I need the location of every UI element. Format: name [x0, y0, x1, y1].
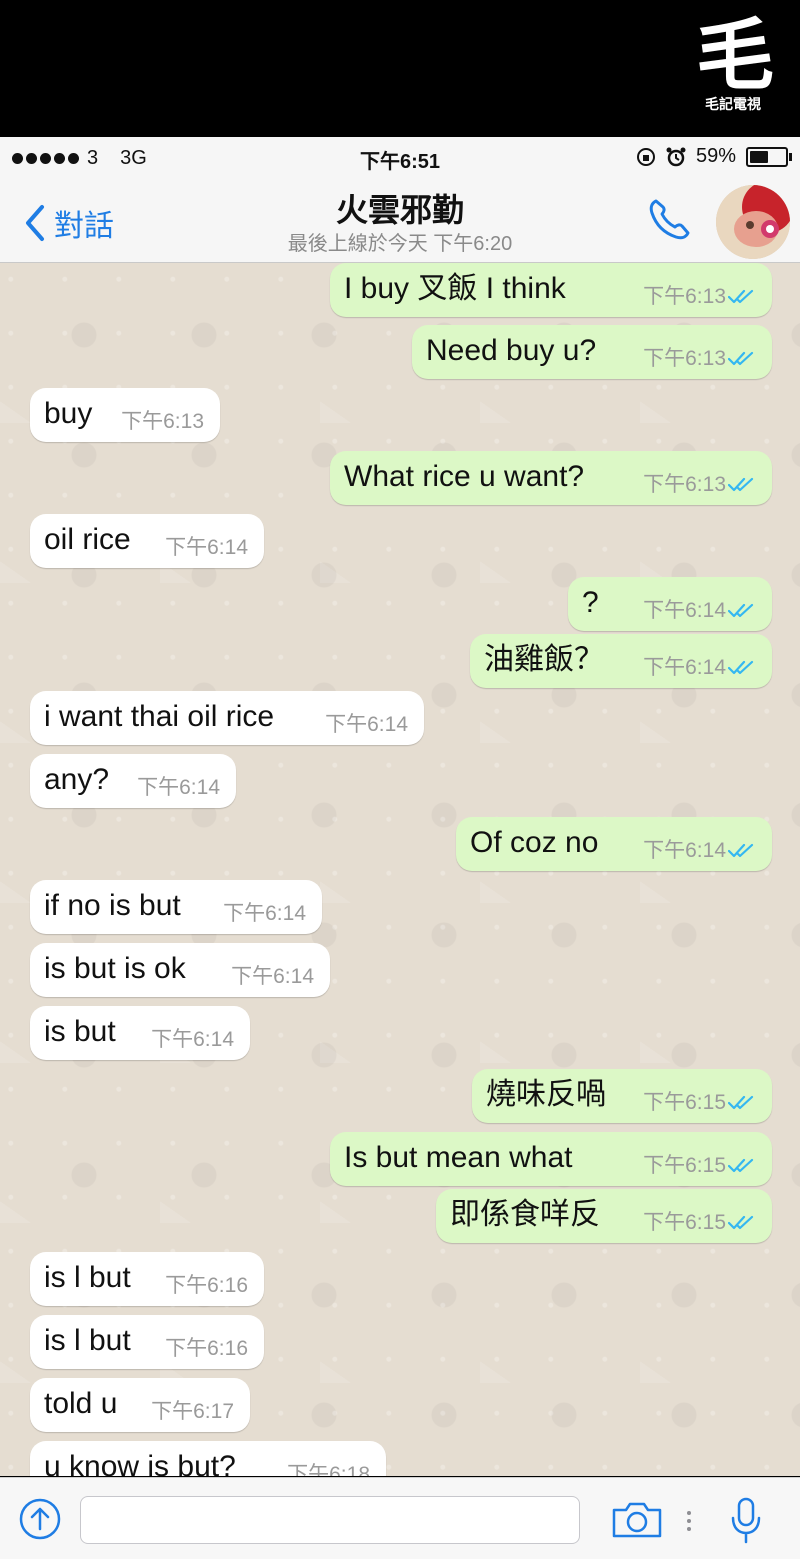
read-receipt-icon — [728, 843, 754, 858]
read-receipt-icon — [728, 1095, 754, 1110]
alarm-icon — [666, 147, 686, 166]
upload-arrow-icon[interactable] — [18, 1497, 62, 1541]
status-right: 59% — [636, 145, 792, 168]
battery-percent: 59% — [695, 145, 736, 167]
read-receipt-icon — [728, 351, 754, 366]
message-text: is l but — [44, 1324, 131, 1357]
phone-icon[interactable] — [642, 193, 696, 247]
screenshot-frame: 毛 毛記電視 3 3G 下午6:51 59% 對話 火雲邪勤 最後上線於今天 下… — [0, 0, 800, 1559]
message-timestamp: 下午6:14 — [231, 965, 314, 988]
message-text: if no is but — [44, 889, 181, 922]
read-receipt-icon — [728, 477, 754, 492]
avatar-image — [716, 185, 790, 259]
outgoing-message[interactable]: 燒味反喎 下午6:15 — [472, 1069, 772, 1123]
message-text: told u — [44, 1387, 118, 1420]
outgoing-message[interactable]: Need buy u? 下午6:13 — [412, 325, 772, 379]
message-timestamp: 下午6:13 — [643, 473, 726, 496]
message-text: any? — [44, 763, 110, 796]
read-receipt-icon — [728, 289, 754, 304]
message-text: Need buy u? — [426, 334, 597, 367]
message-text: Is but mean what — [344, 1141, 573, 1174]
incoming-message[interactable]: if no is but 下午6:14 — [30, 880, 322, 934]
message-timestamp: 下午6:14 — [137, 776, 220, 799]
message-timestamp: 下午6:16 — [165, 1337, 248, 1360]
read-receipt-icon — [728, 1158, 754, 1173]
orientation-lock-icon — [636, 147, 655, 166]
message-list[interactable]: I buy 叉飯 I think 下午6:13 Need buy u? 下午6:13 b… — [0, 263, 800, 1476]
message-timestamp: 下午6:15 — [643, 1091, 726, 1114]
incoming-message[interactable]: is l but 下午6:16 — [30, 1252, 264, 1306]
incoming-message[interactable]: buy 下午6:13 — [30, 388, 220, 442]
message-timestamp: 下午6:13 — [121, 410, 204, 433]
message-timestamp: 下午6:14 — [165, 536, 248, 559]
message-timestamp: 下午6:14 — [223, 902, 306, 925]
message-text: 燒味反喎 — [486, 1078, 606, 1111]
message-text: 即係食咩反 — [450, 1198, 600, 1231]
outgoing-message[interactable]: I buy 叉飯 I think 下午6:13 — [330, 263, 772, 317]
outgoing-message[interactable]: Is but mean what 下午6:15 — [330, 1132, 772, 1186]
top-banner: 毛 毛記電視 — [0, 0, 800, 137]
message-timestamp: 下午6:15 — [643, 1154, 726, 1177]
message-input[interactable] — [80, 1496, 580, 1544]
message-text: I buy 叉飯 I think — [344, 272, 566, 305]
message-text: i want thai oil rice — [44, 700, 275, 733]
incoming-message[interactable]: oil rice 下午6:14 — [30, 514, 264, 568]
message-text: is but is ok — [44, 952, 186, 985]
channel-logo: 毛 毛記電視 — [694, 11, 774, 120]
contact-avatar[interactable] — [716, 185, 790, 259]
outgoing-message[interactable]: ? 下午6:14 — [568, 577, 772, 631]
outgoing-message[interactable]: 即係食咩反 下午6:15 — [436, 1189, 772, 1243]
message-text: ? — [582, 586, 599, 619]
message-timestamp: 下午6:14 — [643, 656, 726, 679]
message-text: u know is but? — [44, 1450, 236, 1476]
outgoing-message[interactable]: 油雞飯？ 下午6:14 — [470, 634, 772, 688]
message-text: 油雞飯？ — [484, 643, 604, 676]
message-timestamp: 下午6:16 — [165, 1274, 248, 1297]
message-timestamp: 下午6:14 — [151, 1028, 234, 1051]
incoming-message[interactable]: u know is but? 下午6:18 — [30, 1441, 386, 1476]
message-timestamp: 下午6:13 — [643, 285, 726, 308]
outgoing-message[interactable]: What rice u want? 下午6:13 — [330, 451, 772, 505]
logo-text: 毛記電視 — [705, 97, 761, 113]
message-timestamp: 下午6:17 — [151, 1400, 234, 1423]
incoming-message[interactable]: is l but 下午6:16 — [30, 1315, 264, 1369]
message-timestamp: 下午6:15 — [643, 1211, 726, 1234]
message-text: Of coz no — [470, 826, 599, 859]
incoming-message[interactable]: is but 下午6:14 — [30, 1006, 250, 1060]
message-text: What rice u want? — [344, 460, 585, 493]
message-timestamp: 下午6:13 — [643, 347, 726, 370]
outgoing-message[interactable]: Of coz no 下午6:14 — [456, 817, 772, 871]
microphone-icon[interactable] — [728, 1496, 764, 1546]
status-bar: 3 3G 下午6:51 59% — [0, 137, 800, 179]
incoming-message[interactable]: told u 下午6:17 — [30, 1378, 250, 1432]
read-receipt-icon — [728, 1215, 754, 1230]
incoming-message[interactable]: i want thai oil rice 下午6:14 — [30, 691, 424, 745]
logo-glyph: 毛 — [695, 11, 774, 101]
message-text: is but — [44, 1015, 116, 1048]
battery-icon — [746, 146, 792, 167]
message-timestamp: 下午6:18 — [287, 1463, 370, 1476]
message-text: is l but — [44, 1261, 131, 1294]
message-timestamp: 下午6:14 — [325, 713, 408, 736]
divider-dots — [687, 1511, 691, 1531]
compose-bar — [0, 1477, 800, 1559]
message-timestamp: 下午6:14 — [643, 839, 726, 862]
chat-header: 對話 火雲邪勤 最後上線於今天 下午6:20 — [0, 179, 800, 263]
message-text: buy — [44, 397, 93, 430]
incoming-message[interactable]: is but is ok 下午6:14 — [30, 943, 330, 997]
message-text: oil rice — [44, 523, 131, 556]
camera-icon[interactable] — [610, 1500, 664, 1540]
read-receipt-icon — [728, 660, 754, 675]
incoming-message[interactable]: any? 下午6:14 — [30, 754, 236, 808]
read-receipt-icon — [728, 603, 754, 618]
message-timestamp: 下午6:14 — [643, 599, 726, 622]
